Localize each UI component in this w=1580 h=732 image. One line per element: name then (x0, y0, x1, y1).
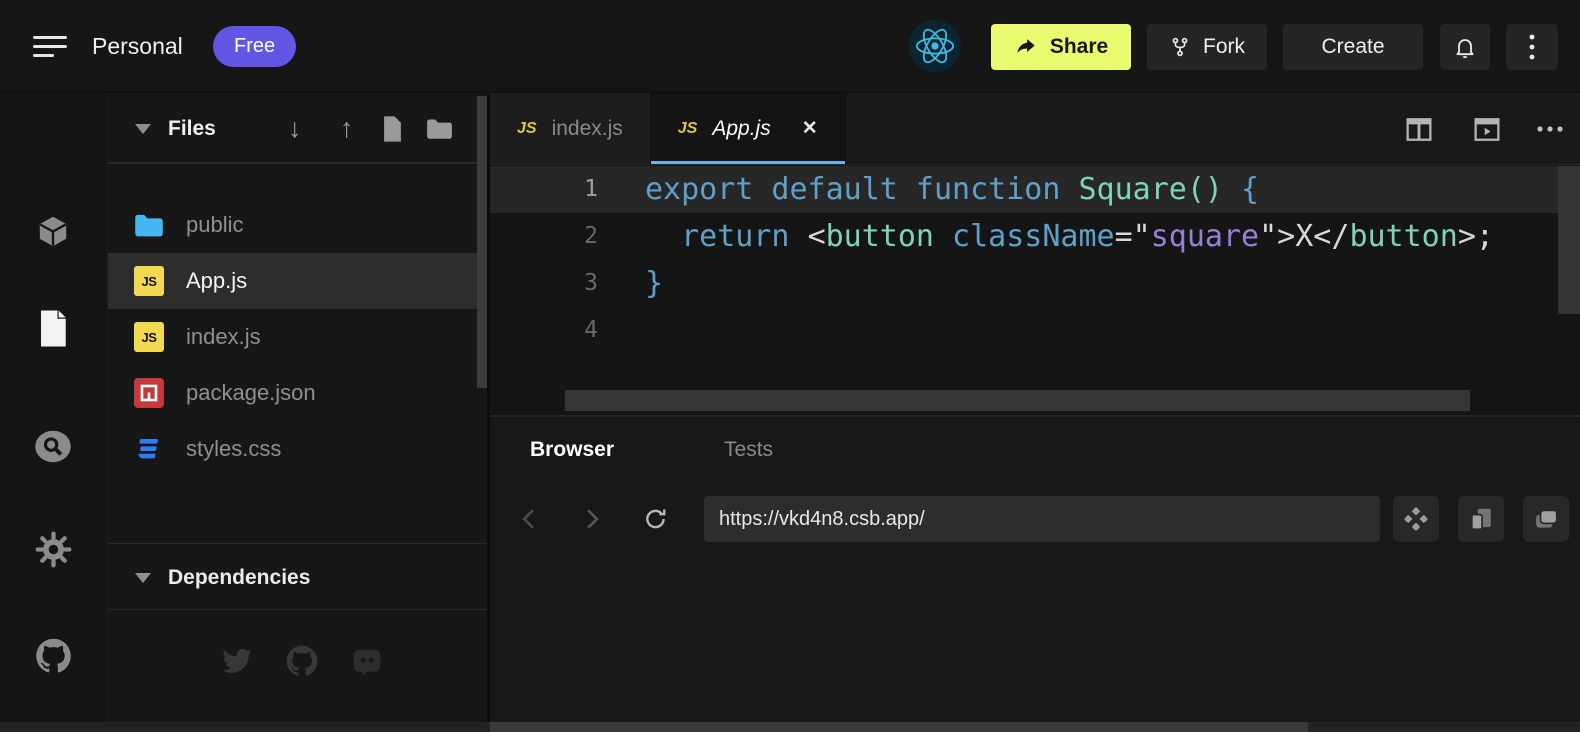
activity-rail (0, 93, 107, 732)
kebab-menu-icon (1529, 34, 1535, 60)
download-icon[interactable]: ↓ (288, 93, 302, 164)
react-logo-icon[interactable] (909, 20, 961, 72)
file-list: public JS App.js JS index.js package.json styl… (108, 164, 488, 477)
explorer-files-icon[interactable] (34, 309, 72, 347)
preview-tabs: Browser Tests (530, 417, 773, 483)
editor-column: JS index.js JS App.js ✕ 1export default func… (490, 93, 1580, 732)
file-row-index.js[interactable]: JS index.js (108, 309, 477, 365)
sandbox-box-icon[interactable] (34, 213, 72, 251)
close-tab-icon[interactable]: ✕ (802, 117, 818, 140)
share-button[interactable]: Share (991, 24, 1131, 70)
js-file-icon: JS (134, 266, 164, 296)
editor-tab-index.js[interactable]: JS index.js (490, 93, 651, 164)
top-header: Personal Free Share Fork (0, 0, 1580, 93)
editor-more-icon[interactable] (1534, 114, 1566, 144)
share-arrow-icon (1014, 36, 1038, 58)
js-tab-icon: JS (517, 120, 537, 138)
chevron-down-icon (135, 573, 151, 583)
refresh-icon[interactable] (636, 497, 676, 541)
file-name-label: styles.css (186, 436, 281, 462)
npm-package-icon (134, 378, 164, 408)
forward-icon[interactable] (572, 497, 612, 541)
code-line-4[interactable]: 4 (490, 307, 1558, 354)
preview-panel: Browser Tests https://vkd4n8.csb.app/ (490, 415, 1580, 732)
file-name-label: index.js (186, 324, 261, 350)
url-address-bar[interactable]: https://vkd4n8.csb.app/ (704, 496, 1380, 542)
file-row-App.js[interactable]: JS App.js (108, 253, 477, 309)
file-row-public[interactable]: public (108, 197, 477, 253)
code-line-2[interactable]: 2 return <button className="square">X</b… (490, 213, 1558, 260)
line-number: 4 (490, 307, 598, 354)
editor-vertical-scrollbar[interactable] (1558, 166, 1580, 314)
share-label: Share (1050, 35, 1108, 59)
codesandbox-app: Personal Free Share Fork (0, 0, 1580, 732)
fork-icon (1169, 35, 1191, 59)
new-file-icon[interactable] (382, 93, 403, 164)
twitter-icon[interactable] (221, 645, 253, 677)
preview-window-icon[interactable] (1471, 114, 1503, 144)
code-line-1[interactable]: 1export default function Square() { (490, 166, 1558, 213)
dependencies-title: Dependencies (168, 544, 310, 611)
file-name-label: public (186, 212, 243, 238)
code-editor[interactable]: 1export default function Square() {2 ret… (490, 165, 1580, 415)
more-options-button[interactable] (1506, 24, 1558, 70)
responsive-mode-icon[interactable] (1458, 496, 1504, 542)
editor-tab-App.js[interactable]: JS App.js ✕ (651, 93, 846, 164)
tab-label: index.js (552, 117, 623, 141)
dependencies-section-header[interactable]: Dependencies (108, 543, 488, 610)
bell-icon (1453, 34, 1477, 60)
workspace-scrollbar-thumb[interactable] (490, 722, 1308, 732)
discord-icon[interactable] (351, 645, 383, 677)
browser-nav-row: https://vkd4n8.csb.app/ (490, 483, 1580, 556)
file-row-package.json[interactable]: package.json (108, 365, 477, 421)
code-text: return <button className="square">X</but… (598, 219, 1494, 254)
folder-icon (134, 210, 164, 240)
file-name-label: package.json (186, 380, 316, 406)
notifications-button[interactable] (1440, 24, 1490, 70)
workspace-name[interactable]: Personal (92, 0, 183, 93)
file-row-styles.css[interactable]: styles.css (108, 421, 477, 477)
fork-label: Fork (1203, 35, 1245, 59)
plan-badge: Free (213, 26, 296, 67)
line-number: 1 (490, 166, 598, 213)
file-name-label: App.js (186, 268, 247, 294)
editor-horizontal-scrollbar[interactable] (565, 390, 1470, 411)
create-label: Create (1321, 35, 1384, 59)
js-tab-icon: JS (678, 120, 698, 138)
js-file-icon: JS (134, 322, 164, 352)
code-text: export default function Square() { (598, 172, 1259, 207)
github-icon[interactable] (34, 637, 72, 675)
line-number: 2 (490, 213, 598, 260)
open-in-new-window-icon[interactable] (1523, 496, 1569, 542)
editor-tabbar: JS index.js JS App.js ✕ (490, 93, 1580, 165)
social-links (108, 645, 488, 677)
search-icon[interactable] (34, 427, 72, 465)
split-editor-icon[interactable] (1403, 114, 1435, 144)
code-line-3[interactable]: 3} (490, 260, 1558, 307)
css-file-icon (134, 434, 164, 464)
chevron-down-icon (135, 124, 151, 134)
code-text (598, 313, 645, 348)
new-folder-icon[interactable] (426, 93, 453, 164)
editor-tabs: JS index.js JS App.js ✕ (490, 93, 846, 164)
fork-button[interactable]: Fork (1147, 24, 1267, 70)
menu-icon[interactable] (33, 36, 67, 58)
tab-label: App.js (712, 117, 770, 141)
settings-gear-icon[interactable] (34, 530, 72, 568)
preview-tab-browser[interactable]: Browser (530, 438, 614, 462)
create-button[interactable]: Create (1283, 24, 1423, 70)
code-text: } (598, 266, 663, 301)
files-title: Files (168, 93, 216, 164)
back-icon[interactable] (508, 497, 548, 541)
upload-icon[interactable]: ↑ (340, 93, 354, 164)
github-community-icon[interactable] (286, 645, 318, 677)
code-lines: 1export default function Square() {2 ret… (490, 166, 1580, 354)
files-panel: Files ↓ ↑ public JS App.js JS index.js packag… (107, 93, 487, 732)
csb-diamonds-icon[interactable] (1393, 496, 1439, 542)
preview-tab-tests[interactable]: Tests (724, 438, 773, 462)
workspace-scrollbar-track (0, 722, 1580, 732)
files-section-header[interactable]: Files ↓ ↑ (108, 93, 488, 164)
line-number: 3 (490, 260, 598, 307)
